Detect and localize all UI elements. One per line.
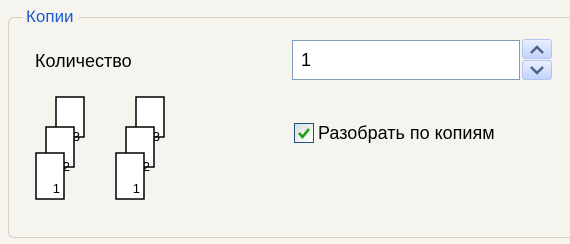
spin-down-button[interactable] <box>522 60 552 80</box>
copies-panel: Копии Количество 3 2 1 3 <box>0 0 570 244</box>
collated-stack-left: 3 2 1 <box>35 96 85 200</box>
page-number-2: 2 <box>63 159 70 174</box>
page-number-3: 3 <box>73 129 80 144</box>
copies-count-label: Количество <box>35 51 132 71</box>
copies-spinner <box>522 39 552 81</box>
check-icon <box>298 128 311 140</box>
page-number-2: 2 <box>143 159 150 174</box>
page-number-3: 3 <box>153 129 160 144</box>
collated-stack-right: 3 2 1 <box>115 96 165 200</box>
collate-illustration-icon: 3 2 1 3 2 1 <box>35 96 165 200</box>
collate-checkbox[interactable] <box>294 123 314 143</box>
page-number-1: 1 <box>53 181 60 196</box>
arrow-up-icon <box>530 45 544 54</box>
spin-up-button[interactable] <box>522 39 552 59</box>
groupbox-title: Копии <box>23 6 79 28</box>
copies-count-input[interactable] <box>292 40 520 80</box>
collate-label[interactable]: Разобрать по копиям <box>318 122 495 144</box>
arrow-down-icon <box>530 66 544 75</box>
page-number-1: 1 <box>133 181 140 196</box>
